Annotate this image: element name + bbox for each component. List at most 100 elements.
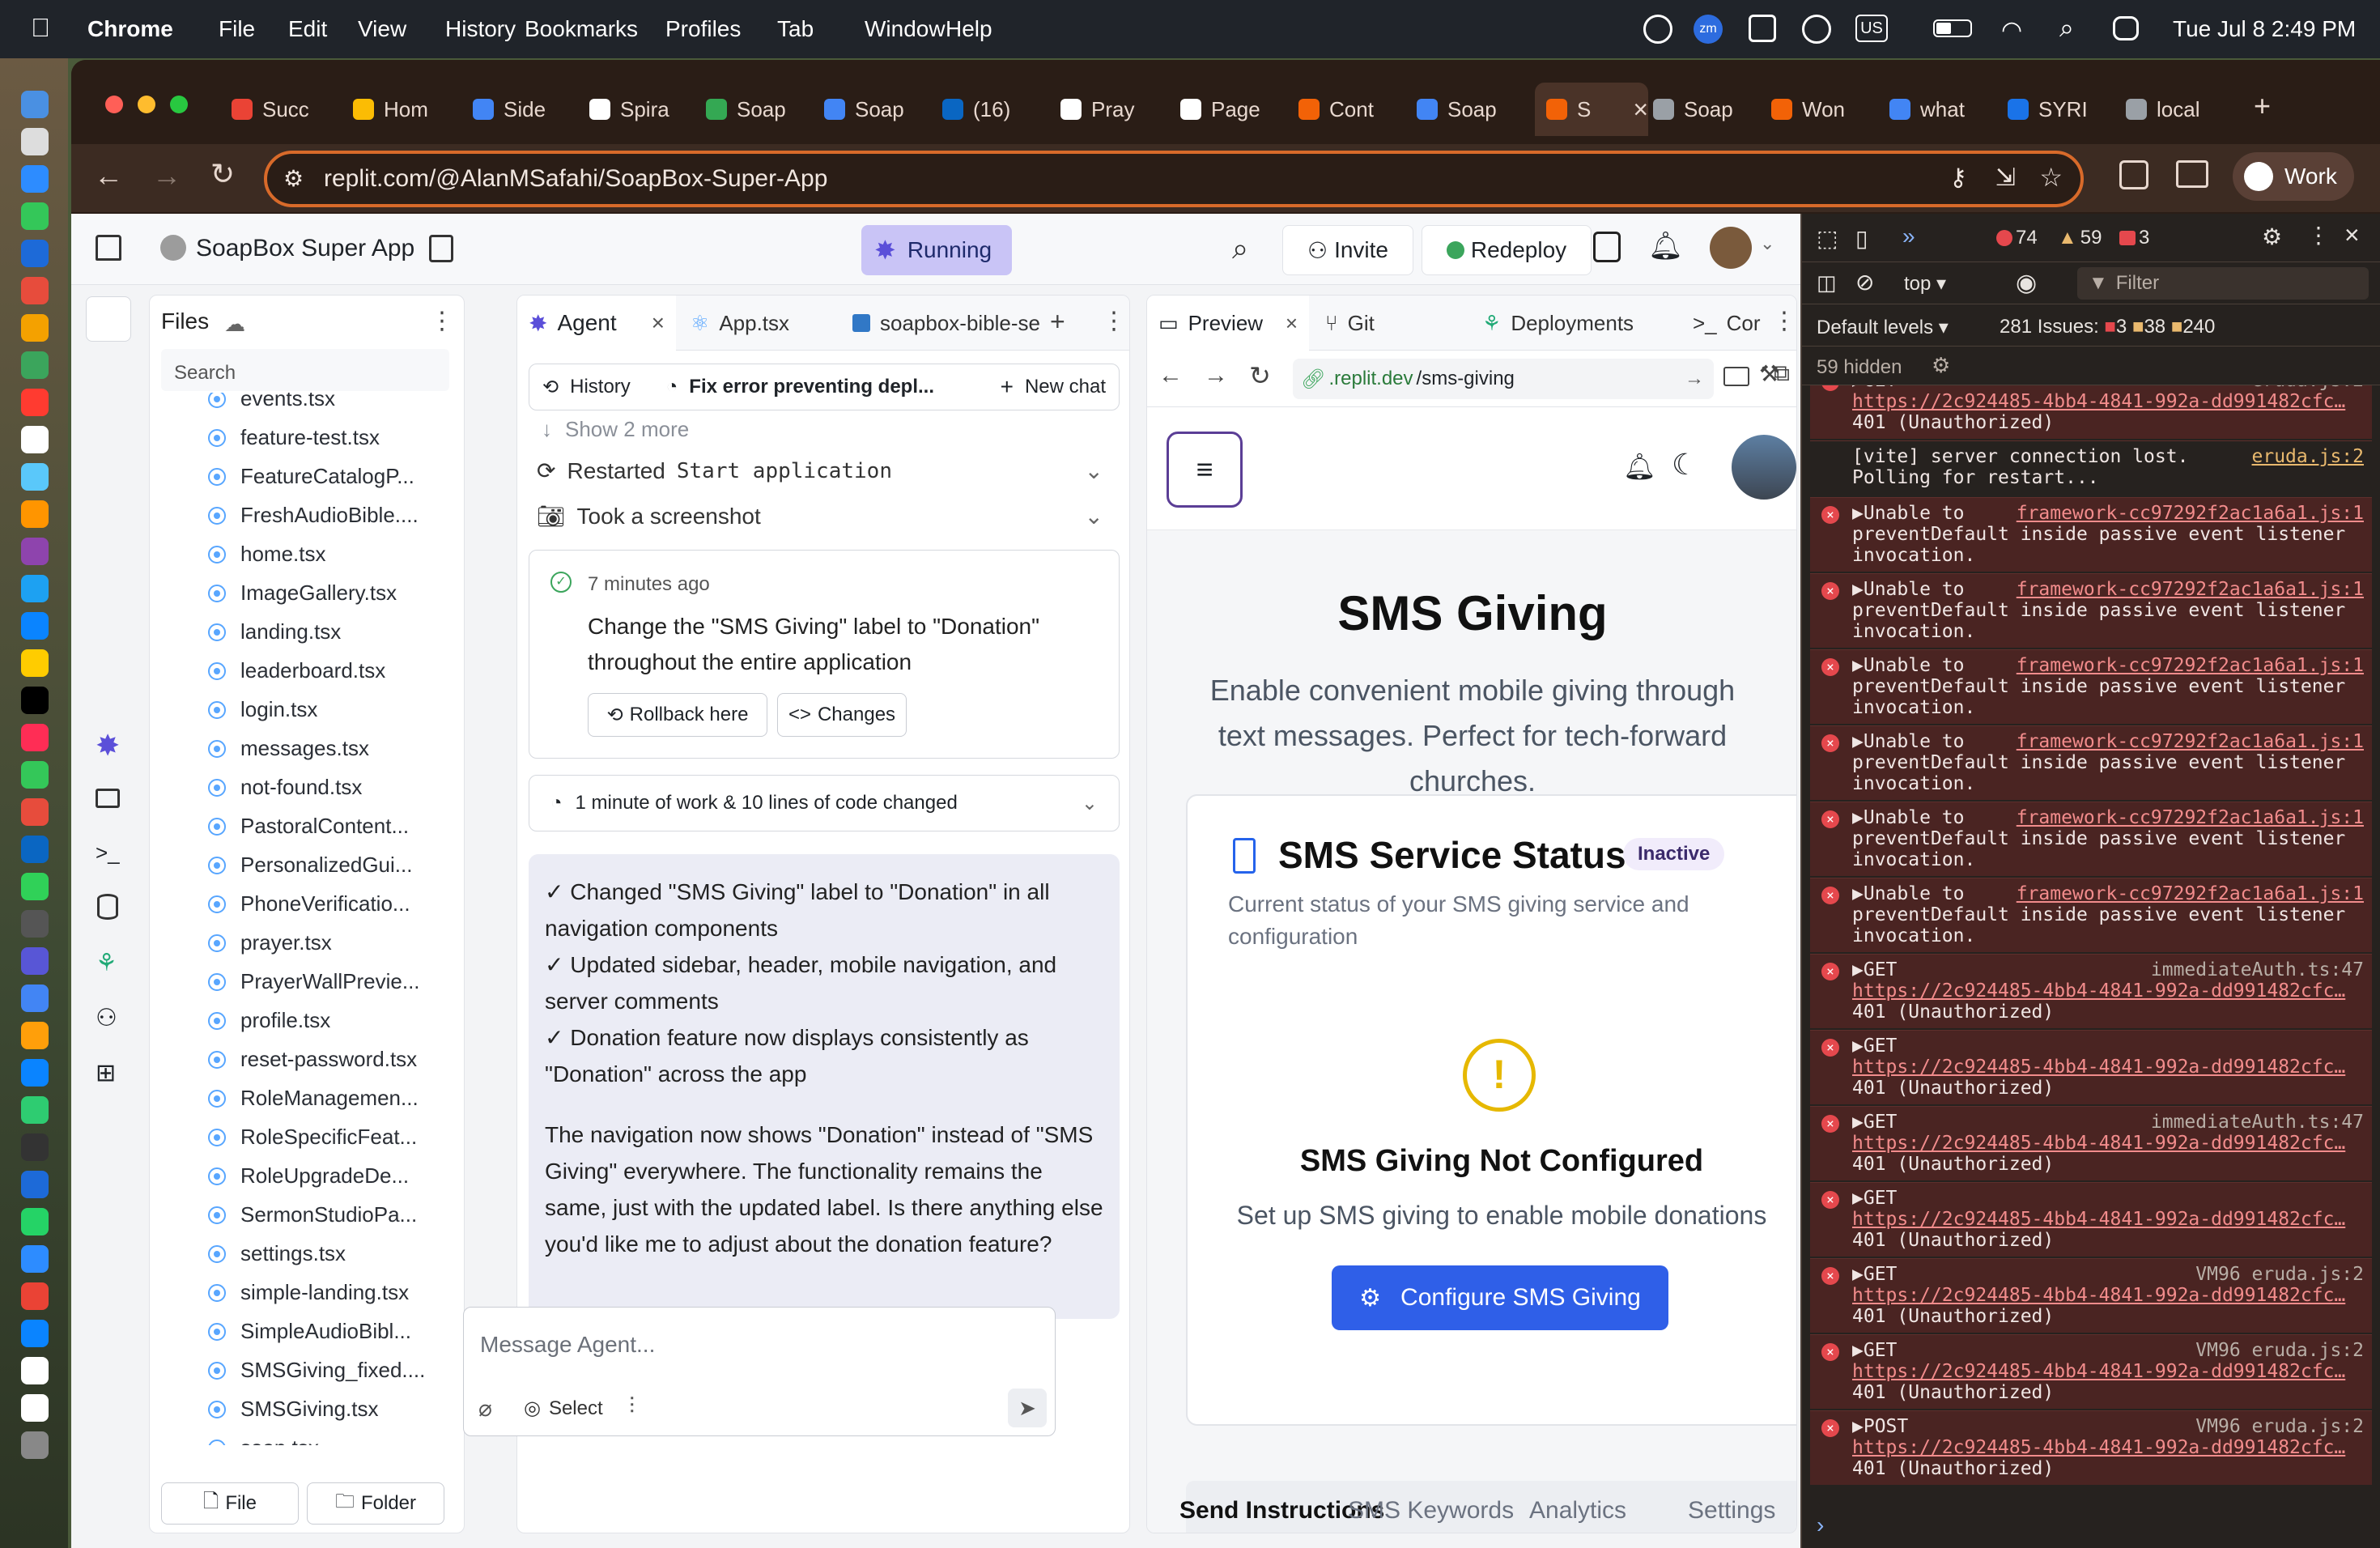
console-message[interactable]: × ▶GET https://2c924485-4bb4-4841-992a-dd9… — [1810, 1182, 2372, 1257]
new-file-button[interactable]: 🗋︎ File — [161, 1482, 299, 1525]
console-message[interactable]: × ▶POST VM96 eruda.js:2 https://2c924485-4b… — [1810, 1410, 2372, 1485]
console-url-link[interactable]: https://2c924485-4bb4-4841-992a-dd991482… — [1852, 980, 2364, 1002]
history-button[interactable]: History — [570, 376, 631, 398]
browser-tab[interactable]: Page — [1180, 89, 1294, 130]
close-tab-icon[interactable]: × — [1633, 95, 1648, 125]
console-url-link[interactable]: https://2c924485-4bb4-4841-992a-dd991482… — [1852, 391, 2364, 412]
file-item[interactable]: PrayerWallPrevie... — [208, 969, 420, 994]
dock-app-icon[interactable] — [21, 463, 49, 491]
error-count[interactable]: 74 — [1996, 227, 2038, 249]
tab-search-icon[interactable] — [2176, 160, 2208, 188]
rollback-button[interactable]: ⟲ Rollback here — [588, 693, 767, 737]
tab-console[interactable]: >_ Cor — [1681, 296, 1770, 351]
browser-tab[interactable]: Spira — [589, 89, 703, 130]
file-item[interactable]: FreshAudioBible.... — [208, 503, 419, 528]
console-prompt[interactable]: › — [1817, 1512, 1824, 1538]
profile-button[interactable]: Work — [2233, 152, 2354, 201]
file-item[interactable]: PastoralContent... — [208, 814, 409, 839]
menu-profiles[interactable]: Profiles — [665, 16, 741, 42]
dock-app-icon[interactable] — [21, 277, 49, 304]
dock-app-icon[interactable] — [21, 426, 49, 453]
file-item[interactable]: SMSGiving.tsx — [208, 1397, 379, 1422]
devtools-settings-gear-icon[interactable]: ⚙ — [2262, 223, 2282, 250]
file-item[interactable]: reset-password.tsx — [208, 1047, 417, 1072]
show-more-row[interactable]: ↓ Show 2 more — [542, 417, 689, 442]
dock-app-icon[interactable] — [21, 165, 49, 193]
settings-sliders-icon[interactable]: ⫶ — [629, 1393, 635, 1420]
dock-app-icon[interactable] — [21, 873, 49, 900]
file-item[interactable]: leaderboard.tsx — [208, 658, 385, 683]
console-message[interactable]: × ▶Unable to framework-cc97292f2ac1a6a1.js… — [1810, 573, 2372, 648]
tab-app-tsx[interactable]: ⚛ App.tsx — [679, 296, 838, 351]
site-info-icon[interactable]: ⚙ — [283, 165, 304, 192]
menu-window[interactable]: Window — [865, 16, 946, 42]
console-source-link[interactable]: framework-cc97292f2ac1a6a1.js:1 — [2017, 731, 2364, 752]
file-item[interactable]: prayer.tsx — [208, 930, 332, 955]
context-selector[interactable]: top ▾ — [1904, 272, 1946, 296]
open-new-tab-icon[interactable]: ⧉ — [1774, 360, 1790, 387]
dock-app-icon[interactable] — [21, 538, 49, 565]
select-element-button[interactable]: ◎ Select — [524, 1397, 603, 1420]
more-tabs-icon[interactable]: » — [1902, 223, 1915, 249]
browser-tab[interactable]: Cont — [1298, 89, 1412, 130]
dock-app-icon[interactable] — [21, 351, 49, 379]
close-window-button[interactable] — [105, 96, 123, 113]
dock-app-icon[interactable] — [21, 1394, 49, 1422]
tab-settings[interactable]: Settings — [1688, 1497, 1775, 1525]
dock-app-icon[interactable] — [21, 500, 49, 528]
console-message[interactable]: × ▶Unable to framework-cc97292f2ac1a6a1.js… — [1810, 878, 2372, 952]
file-item[interactable]: RoleManagemen... — [208, 1086, 419, 1111]
console-source-link[interactable]: immediateAuth.ts:47 — [2151, 959, 2364, 980]
dock-app-icon[interactable] — [21, 575, 49, 602]
dock-app-icon[interactable] — [21, 687, 49, 714]
dock-app-icon[interactable] — [21, 1208, 49, 1235]
restarted-row[interactable]: ⟳ Restarted Start application ⌄ — [537, 457, 1103, 484]
dock-app-icon[interactable] — [21, 910, 49, 938]
console-message[interactable]: × ▶GET VM96 eruda.js:2 https://2c924485-4bb… — [1810, 1258, 2372, 1333]
close-tab-icon[interactable]: × — [652, 310, 665, 336]
screenshot-tool-icon[interactable] — [1749, 15, 1776, 42]
new-folder-button[interactable]: 🗀︎ Folder — [307, 1482, 444, 1525]
dock-app-icon[interactable] — [21, 389, 49, 416]
search-icon[interactable]: ⌕ — [1232, 232, 1248, 266]
attach-paperclip-icon[interactable]: ⌀ — [478, 1395, 492, 1422]
tab-agent[interactable]: ✸ Agent × — [517, 296, 676, 351]
console-message[interactable]: × ▶Unable to framework-cc97292f2ac1a6a1.js… — [1810, 802, 2372, 876]
console-url-link[interactable]: https://2c924485-4bb4-4841-992a-dd991482… — [1852, 1361, 2364, 1382]
warning-count[interactable]: ▲ 59 — [2058, 227, 2102, 249]
cloud-icon[interactable] — [1802, 15, 1831, 44]
devtools-menu-icon[interactable]: ⋮ — [2307, 222, 2330, 249]
wifi-icon[interactable]: ◠ — [2001, 16, 2022, 45]
dock-app-icon[interactable] — [21, 1096, 49, 1124]
file-item[interactable]: settings.tsx — [208, 1241, 346, 1266]
browser-tab[interactable]: Hom — [353, 89, 466, 130]
tab-preview[interactable]: ▭ Preview × — [1147, 296, 1309, 351]
console-source-link[interactable]: VM96 eruda.js:2 — [2195, 1416, 2364, 1437]
file-item[interactable]: simple-landing.tsx — [208, 1280, 409, 1305]
preview-forward-icon[interactable]: → — [1204, 362, 1228, 389]
menubar-app-name[interactable]: Chrome — [87, 16, 173, 42]
app-user-avatar[interactable] — [1732, 435, 1796, 500]
url-go-icon[interactable]: → — [1685, 368, 1704, 390]
dock-app-icon[interactable] — [21, 798, 49, 826]
console-message[interactable]: × ▶Unable to framework-cc97292f2ac1a6a1.js… — [1810, 649, 2372, 724]
new-tab-button[interactable]: + — [2254, 89, 2271, 123]
menu-tab[interactable]: Tab — [777, 16, 814, 42]
battery-icon[interactable] — [1933, 19, 1972, 37]
browser-tab[interactable]: what — [1889, 89, 2003, 130]
console-filter-input[interactable]: ▼ Filter — [2077, 267, 2369, 300]
browser-tab[interactable]: SYRI — [2008, 89, 2121, 130]
console-message[interactable]: × ▶Unable to framework-cc97292f2ac1a6a1.js… — [1810, 497, 2372, 572]
browser-tab[interactable]: Side — [473, 89, 586, 130]
menu-view[interactable]: View — [358, 16, 406, 42]
file-item[interactable]: SMSGiving_fixed.... — [208, 1358, 425, 1383]
dock-app-icon[interactable] — [21, 761, 49, 789]
work-summary-row[interactable]: ◔ 1 minute of work & 10 lines of code cha… — [529, 775, 1120, 831]
dock-app-icon[interactable] — [21, 836, 49, 863]
message-agent-input[interactable]: Message Agent... — [480, 1332, 655, 1358]
browser-tab[interactable]: local — [2126, 89, 2239, 130]
dock-app-icon[interactable] — [21, 1133, 49, 1161]
console-message[interactable]: × ▶Unable to framework-cc97292f2ac1a6a1.js… — [1810, 725, 2372, 800]
zoom-window-button[interactable] — [170, 96, 188, 113]
file-item[interactable]: PersonalizedGui... — [208, 853, 412, 878]
